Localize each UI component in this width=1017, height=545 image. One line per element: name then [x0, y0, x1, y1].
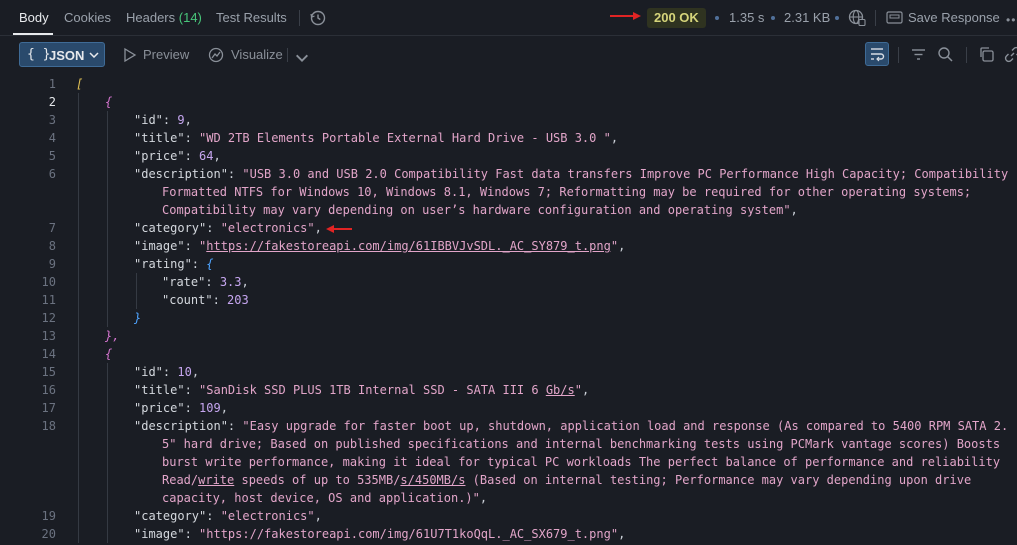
line-number: 11	[41, 293, 56, 307]
active-tab-indicator	[13, 33, 53, 35]
code-line: "title": "SanDisk SSD PLUS 1TB Internal …	[134, 383, 590, 397]
code-line: "category": "electronics",	[134, 509, 322, 523]
code-line: "price": 109,	[134, 401, 228, 415]
divider	[875, 10, 876, 26]
tab-cookies[interactable]: Cookies	[64, 10, 111, 25]
code-line: "category": "electronics",	[134, 221, 322, 235]
code-line: },	[105, 329, 120, 343]
line-number: 5	[48, 149, 56, 163]
code-line: "image": "https://fakestoreapi.com/img/6…	[134, 527, 626, 541]
indent-guide	[107, 363, 108, 543]
code-line-wrap: Read/write speeds of up to 535MB/s/450MB…	[162, 473, 972, 487]
visualize-button[interactable]: Visualize	[231, 47, 283, 62]
filter-icon[interactable]	[910, 46, 927, 63]
annotation-arrow-icon	[610, 12, 641, 20]
more-options-icon[interactable]: •••	[1006, 13, 1017, 27]
line-number: 7	[48, 221, 56, 235]
code-line-wrap: Formatted NTFS for Windows 10, Windows 8…	[162, 185, 972, 199]
code-line: "description": "Easy upgrade for faster …	[134, 419, 1009, 433]
line-number: 20	[41, 527, 56, 541]
line-number: 17	[41, 401, 56, 415]
code-line-wrap: Compatibility may vary depending on user…	[162, 203, 798, 217]
line-number: 6	[48, 167, 56, 181]
visualize-chevron-down-icon[interactable]	[294, 50, 310, 66]
visualize-icon	[208, 47, 224, 63]
indent-guide	[107, 111, 108, 327]
code-line: "description": "USB 3.0 and USB 2.0 Comp…	[134, 167, 1009, 181]
indent-guide	[136, 273, 137, 309]
line-number: 1	[48, 77, 56, 91]
status-code-badge[interactable]: 200 OK	[647, 8, 706, 28]
code-line: }	[134, 311, 142, 325]
code-line: "title": "WD 2TB Elements Portable Exter…	[134, 131, 619, 145]
preview-button[interactable]: Preview	[143, 47, 189, 62]
tab-headers[interactable]: Headers (14)	[126, 10, 202, 25]
code-line: "rate": 3.3,	[162, 275, 249, 289]
code-line: "image": "https://fakestoreapi.com/img/6…	[134, 239, 626, 253]
divider	[299, 10, 300, 26]
body-toolbar: { } JSON Preview Visualize	[0, 36, 1017, 74]
code-line: "price": 64,	[134, 149, 221, 163]
image-url-link[interactable]: https://fakestoreapi.com/img/61IBBVJvSDL…	[206, 239, 611, 253]
link-icon[interactable]	[1004, 46, 1017, 63]
format-label: JSON	[49, 48, 85, 63]
line-number: 4	[48, 131, 56, 145]
line-number: 8	[48, 239, 56, 253]
divider	[898, 47, 899, 63]
indent-guide	[78, 93, 79, 543]
wrap-lines-button[interactable]	[865, 42, 889, 66]
divider	[287, 48, 288, 62]
line-number: 3	[48, 113, 56, 127]
line-number: 15	[41, 365, 56, 379]
separator-dot	[835, 16, 839, 20]
save-response-button[interactable]: Save Response	[908, 10, 1000, 25]
play-icon	[124, 47, 137, 63]
chevron-down-icon	[89, 52, 99, 58]
line-number: 9	[48, 257, 56, 271]
tab-headers-label: Headers	[126, 10, 176, 25]
line-number: 13	[41, 329, 56, 343]
line-number: 16	[41, 383, 56, 397]
line-number: 19	[41, 509, 56, 523]
line-number: 18	[41, 419, 56, 433]
tab-body[interactable]: Body	[19, 10, 49, 25]
wrap-lines-icon	[871, 48, 885, 62]
line-number: 12	[41, 311, 56, 325]
tab-test-results[interactable]: Test Results	[216, 10, 287, 25]
separator-dot	[715, 16, 719, 20]
code-line: "rating": {	[134, 257, 214, 271]
code-line: {	[105, 347, 113, 361]
line-number: 14	[41, 347, 56, 361]
history-icon[interactable]	[309, 9, 327, 27]
line-number: 2	[48, 95, 56, 109]
copy-icon[interactable]	[978, 46, 995, 63]
json-braces-icon: { }	[27, 47, 51, 62]
response-tabs-bar: Body Cookies Headers (14) Test Results 2…	[0, 0, 1017, 36]
code-line: "count": 203	[162, 293, 249, 307]
response-body-editor[interactable]: 1 2 3 4 5 6 7 8 9 10 11 12 13 14 15 16 1…	[0, 74, 1017, 545]
format-selector-button[interactable]: { } JSON	[19, 42, 105, 67]
code-line-wrap: capacity, host device, OS and applicatio…	[162, 491, 488, 505]
code-line-wrap: 5" hard drive; Based on published specif…	[162, 437, 1001, 451]
code-line: [	[76, 77, 84, 91]
headers-count: (14)	[178, 10, 202, 25]
annotation-arrow-icon	[326, 225, 352, 233]
response-size[interactable]: 2.31 KB	[784, 10, 830, 25]
code-line-wrap: burst write performance, making it ideal…	[162, 455, 1001, 469]
code-line: {	[105, 95, 113, 109]
search-icon[interactable]	[937, 46, 954, 63]
code-line: "id": 10,	[134, 365, 200, 379]
code-line: "id": 9,	[134, 113, 192, 127]
divider	[966, 47, 967, 63]
save-response-icon[interactable]	[886, 10, 903, 25]
separator-dot	[771, 16, 775, 20]
line-number: 10	[41, 275, 56, 289]
network-globe-icon[interactable]	[848, 9, 866, 27]
response-time[interactable]: 1.35 s	[729, 10, 764, 25]
